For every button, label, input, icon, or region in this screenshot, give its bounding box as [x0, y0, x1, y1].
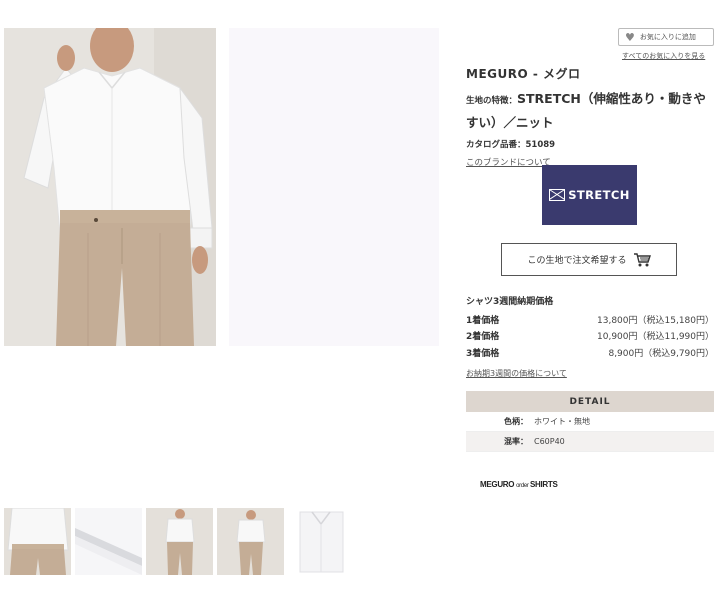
price-row-value: 10,900円（税込11,990円） — [597, 332, 714, 343]
brand-name: MEGURO - メグロ — [466, 67, 581, 81]
price-table: シャツ3週間納期価格 1着価格 13,800円（税込15,180円） 2着価格 … — [466, 294, 714, 380]
price-row-label: 2着価格 — [466, 332, 500, 343]
view-all-favorites-link[interactable]: すべてのお気に入りを見る — [622, 51, 705, 61]
catalog-number-label: カタログ品番： — [466, 140, 526, 150]
price-row: 3着価格 8,900円（税込9,790円） — [466, 344, 714, 361]
order-with-fabric-button[interactable]: この生地で注文希望する — [501, 243, 677, 276]
stretch-badge-text: STRETCH — [568, 188, 630, 202]
fabric-feature-label: 生地の特徴： — [466, 96, 518, 106]
shop-logo-part2: order — [516, 483, 530, 489]
stretch-badge: STRETCH — [542, 165, 637, 225]
price-row: 2着価格 10,900円（税込11,990円） — [466, 328, 714, 345]
fabric-swatch-photo[interactable] — [229, 28, 439, 346]
product-info: MEGURO - メグロ 生地の特徴：STRETCH（伸縮性あり・動きやすい）／… — [466, 65, 716, 169]
detail-label: 混率： — [504, 437, 528, 446]
catalog-number-value: 51089 — [525, 140, 556, 150]
shop-logo: MEGURO order SHIRTS — [480, 480, 558, 489]
about-brand-link[interactable]: このブランドについて — [466, 156, 551, 168]
detail-value: C60P40 — [534, 437, 565, 446]
thumbnail-model-front[interactable] — [4, 508, 71, 575]
detail-label: 色柄： — [504, 417, 528, 426]
fabric-feature: 生地の特徴：STRETCH（伸縮性あり・動きやすい）／ニット — [466, 88, 716, 134]
main-product-photo[interactable] — [4, 28, 216, 346]
add-to-favorites-label: お気に入りに追加 — [639, 33, 696, 41]
catalog-number: カタログ品番：51089 — [466, 138, 716, 150]
detail-row: 色柄： ホワイト・無地 — [466, 412, 714, 432]
price-title: シャツ3週間納期価格 — [466, 297, 554, 307]
heart-icon: ♥ — [625, 30, 635, 44]
price-row: 1着価格 13,800円（税込15,180円） — [466, 311, 714, 328]
thumbnail-fabric-closeup[interactable] — [75, 508, 142, 575]
cart-icon — [633, 252, 651, 266]
delivery-price-info-link[interactable]: お納期3週間の価格について — [466, 368, 567, 379]
thumbnail-model-standing[interactable] — [217, 508, 284, 575]
shop-logo-part3: SHIRTS — [530, 480, 558, 489]
price-row-label: 3着価格 — [466, 348, 500, 359]
detail-heading: DETAIL — [466, 391, 714, 412]
shop-logo-part1: MEGURO — [480, 480, 517, 489]
order-button-label: この生地で注文希望する — [527, 256, 627, 266]
detail-table: DETAIL 色柄： ホワイト・無地 混率： C60P40 — [466, 391, 714, 452]
detail-value: ホワイト・無地 — [534, 417, 590, 426]
thumbnail-model-full[interactable] — [146, 508, 213, 575]
add-to-favorites-button[interactable]: ♥ お気に入りに追加 — [618, 28, 714, 46]
price-row-value: 13,800円（税込15,180円） — [597, 315, 714, 326]
price-row-value: 8,900円（税込9,790円） — [608, 348, 714, 359]
thumbnail-folded-shirt[interactable] — [288, 508, 355, 575]
stretch-mark-icon — [549, 189, 566, 201]
detail-row: 混率： C60P40 — [466, 432, 714, 452]
price-row-label: 1着価格 — [466, 315, 500, 326]
